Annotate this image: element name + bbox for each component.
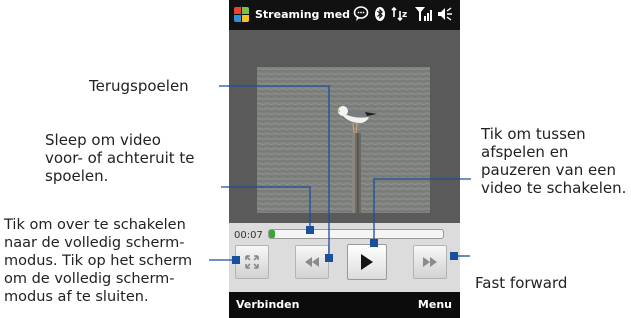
status-bar: Streaming med z — [229, 0, 460, 30]
bluetooth-icon[interactable] — [374, 5, 386, 23]
video-area[interactable]: 00:07 — [229, 30, 460, 292]
phone-screen: Streaming med z 00:07 Verbinden Menu — [229, 0, 460, 318]
callout-play: Tik om tussen afspelen en pauzeren van e… — [481, 125, 626, 197]
network-sync-icon[interactable]: z — [391, 5, 409, 23]
svg-text:z: z — [402, 10, 407, 20]
play-icon — [361, 254, 373, 270]
elapsed-time: 00:07 — [234, 230, 263, 241]
progress-fill — [269, 230, 275, 238]
softkey-verbinden[interactable]: Verbinden — [236, 298, 299, 311]
callout-play-line: afspelen en — [481, 143, 569, 161]
callout-fullscreen-line: modus af te sluiten. — [4, 289, 149, 305]
callout-fullscreen-line: naar de volledig scherm- — [4, 235, 185, 251]
rewind-button[interactable] — [295, 245, 329, 279]
playback-controls: 00:07 — [229, 223, 460, 292]
fast-forward-button[interactable] — [413, 245, 447, 279]
fast-forward-icon — [423, 257, 437, 267]
fullscreen-button[interactable] — [235, 245, 269, 279]
signal-icon[interactable] — [414, 5, 432, 23]
rewind-icon — [305, 257, 319, 267]
fullscreen-icon — [245, 255, 259, 269]
windows-logo-icon[interactable] — [234, 7, 250, 23]
callout-drag-line: voor- of achteruit te — [45, 149, 195, 167]
softkey-bar: Verbinden Menu — [229, 292, 460, 318]
play-button[interactable] — [347, 244, 387, 280]
callout-play-line: pauzeren van een — [481, 161, 616, 179]
callout-drag-line: spoelen. — [45, 167, 109, 185]
softkey-menu[interactable]: Menu — [418, 298, 452, 311]
chat-bubble-icon[interactable] — [353, 5, 369, 23]
callout-fullscreen-line: Tik om over te schakelen — [4, 217, 186, 233]
callout-drag-line: Sleep om video — [45, 131, 161, 149]
app-title: Streaming med — [255, 8, 351, 21]
video-frame[interactable] — [257, 67, 430, 213]
seagull-video-image — [257, 67, 430, 213]
callout-rewind: Terugspoelen — [89, 77, 189, 95]
callout-play-line: video te schakelen. — [481, 179, 627, 197]
progress-slider[interactable] — [268, 229, 444, 239]
callout-drag: Sleep om video voor- of achteruit te spo… — [45, 131, 195, 185]
callout-fullscreen-line: om de volledig scherm- — [4, 271, 175, 287]
callout-fast-forward: Fast forward — [475, 274, 568, 292]
callout-play-line: Tik om tussen — [481, 125, 586, 143]
speaker-icon[interactable] — [437, 5, 453, 23]
callout-fullscreen-line: modus. Tik op het scherm — [4, 253, 193, 269]
callout-fullscreen: Tik om over te schakelen naar de volledi… — [4, 216, 192, 306]
